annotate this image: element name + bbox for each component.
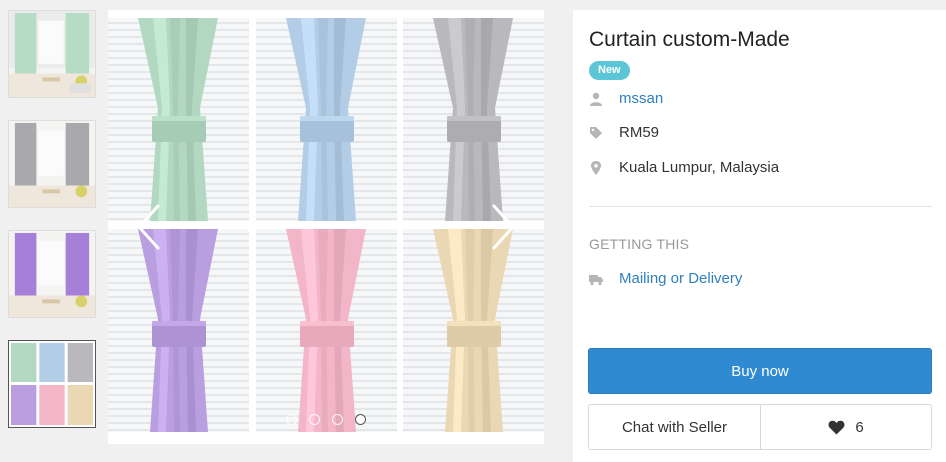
slide-dot[interactable] [286, 414, 297, 425]
curtain-colour-grid [108, 10, 544, 444]
thumbnail-colour-grid[interactable] [8, 340, 96, 428]
curtain-tile-mint [108, 18, 249, 221]
section-divider [589, 206, 932, 207]
slide-dot[interactable] [309, 414, 320, 425]
chevron-right-icon [492, 204, 516, 250]
thumbnail-image [9, 121, 95, 207]
delivery-method-link[interactable]: Mailing or Delivery [619, 270, 742, 287]
secondary-actions: Chat with Seller 6 [588, 404, 932, 450]
thumbnail-image [9, 231, 95, 317]
slide-indicator [286, 414, 366, 425]
curtain-tile-lilac [108, 229, 249, 432]
user-icon [589, 92, 603, 106]
heart-icon [828, 420, 845, 434]
curtain-tile-blue [256, 18, 397, 221]
thumbnail-grey-curtain[interactable] [8, 120, 96, 208]
curtain-tile-pink [256, 229, 397, 432]
curtain-tile-grey [403, 18, 544, 221]
thumbnail-purple-curtain[interactable] [8, 230, 96, 318]
previous-image-button[interactable] [134, 203, 164, 251]
chat-with-seller-button[interactable]: Chat with Seller [589, 405, 761, 449]
thumbnail-image [9, 341, 95, 427]
location-row: Kuala Lumpur, Malaysia [589, 159, 779, 176]
main-image-carousel[interactable] [108, 10, 544, 444]
location-pin-icon [589, 160, 603, 175]
delivery-row: Mailing or Delivery [589, 270, 742, 287]
listing-details-panel: Curtain custom-Made New mssan RM59 Kuala… [573, 10, 946, 462]
like-button[interactable]: 6 [761, 405, 931, 449]
curtain-tile-beige [403, 229, 544, 432]
seller-row: mssan [589, 90, 663, 107]
buy-now-button[interactable]: Buy now [588, 348, 932, 394]
seller-name-link[interactable]: mssan [619, 90, 663, 107]
thumbnail-image [9, 11, 95, 97]
tag-icon [589, 126, 603, 140]
condition-badge: New [589, 61, 630, 80]
next-image-button[interactable] [488, 203, 518, 251]
slide-dot[interactable] [332, 414, 343, 425]
thumbnail-list [8, 10, 96, 450]
location-value: Kuala Lumpur, Malaysia [619, 159, 780, 176]
thumbnail-mint-curtain[interactable] [8, 10, 96, 98]
getting-this-heading: GETTING THIS [589, 236, 690, 252]
truck-icon [589, 272, 603, 286]
price-row: RM59 [589, 124, 659, 141]
chevron-left-icon [136, 204, 160, 250]
like-count: 6 [855, 418, 864, 436]
listing-title: Curtain custom-Made [589, 28, 790, 51]
price-value: RM59 [619, 124, 660, 141]
slide-dot-active[interactable] [355, 414, 366, 425]
